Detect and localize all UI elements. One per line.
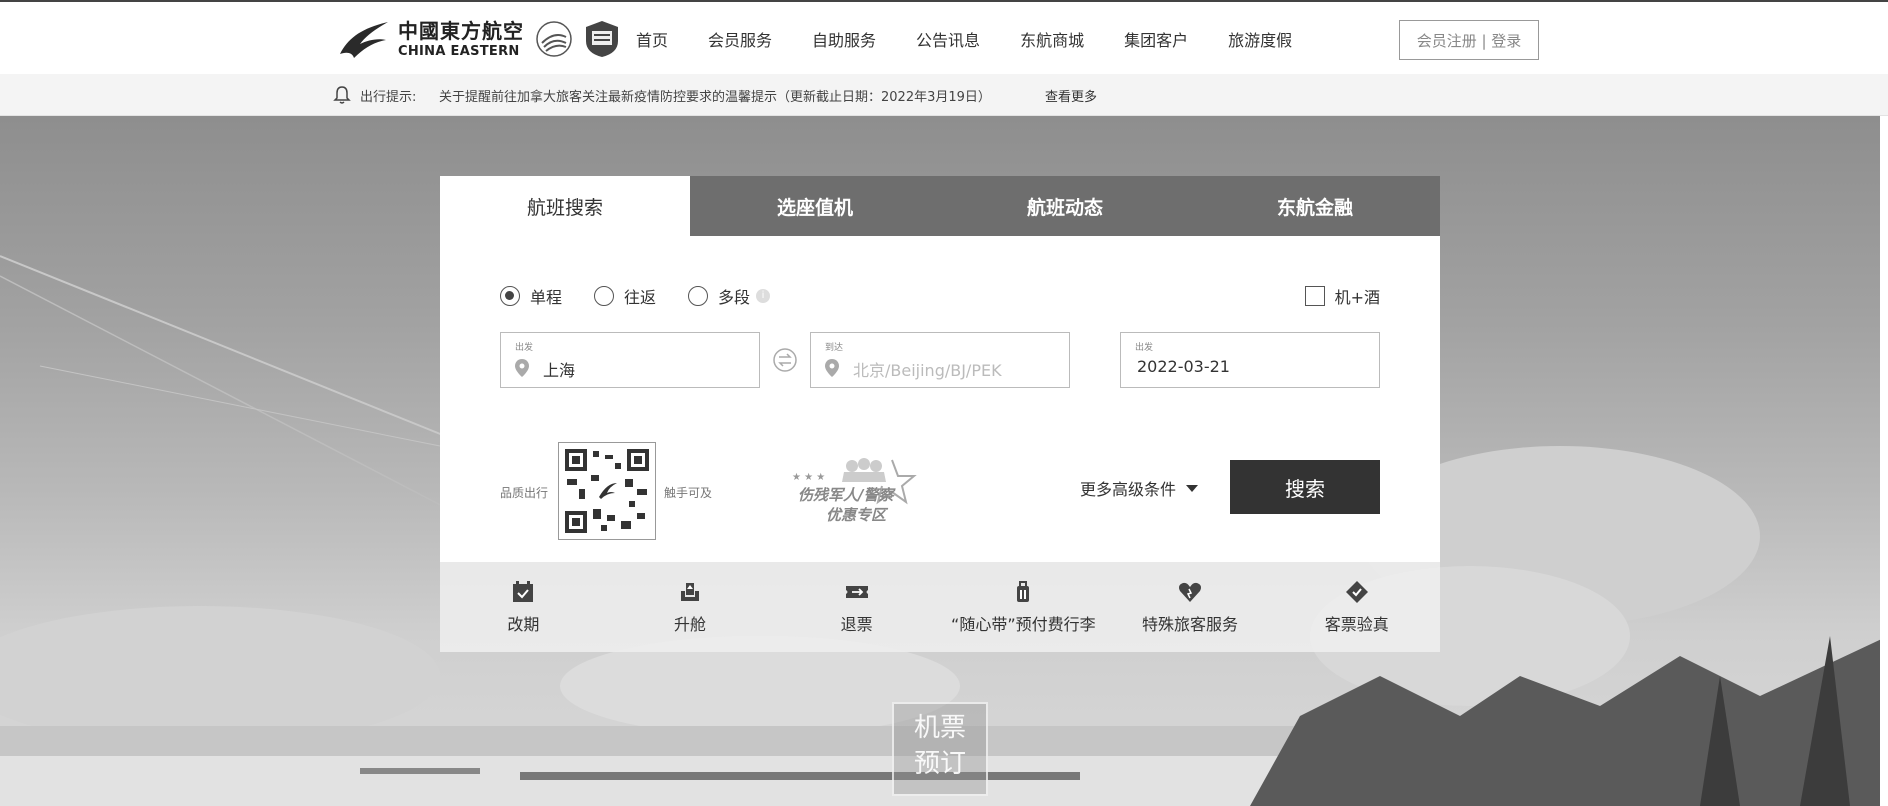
nav-member-service[interactable]: 会员服务 xyxy=(708,27,772,51)
service-prepaid-baggage[interactable]: “随心带”预付费行李 xyxy=(940,562,1107,652)
location-pin-icon xyxy=(515,359,529,377)
departure-city-field[interactable]: 出发 上海 xyxy=(500,332,760,388)
ticket-verify-icon xyxy=(1345,581,1368,603)
trip-one-way-radio[interactable]: 单程 xyxy=(500,284,562,308)
swap-cities-icon[interactable] xyxy=(773,348,797,372)
promo-line2: 预订 xyxy=(913,749,966,779)
quick-services-bar: 改期 升舱 退票 “随心带”预付费行李 特殊旅客服务 客票验真 xyxy=(440,562,1440,652)
direct-sale-badge-icon xyxy=(586,21,618,57)
flight-search-panel: 航班搜索 选座值机 航班动态 东航金融 单程 往返 多段 i 机+酒 出发 上海 xyxy=(440,176,1440,562)
brand-name-en: CHINA EASTERN xyxy=(398,43,520,59)
radio-circle xyxy=(594,286,615,306)
luggage-icon xyxy=(1017,581,1030,602)
service-ticket-verify[interactable]: 客票验真 xyxy=(1273,562,1440,652)
notice-label: 出行提示: xyxy=(360,90,417,105)
info-icon[interactable]: i xyxy=(756,289,771,303)
main-nav: 首页 会员服务 自助服务 公告讯息 东航商城 集团客户 旅游度假 xyxy=(636,2,1332,76)
service-special-passenger[interactable]: 特殊旅客服务 xyxy=(1107,562,1274,652)
register-login-button[interactable]: 会员注册 | 登录 xyxy=(1399,20,1539,60)
nav-home[interactable]: 首页 xyxy=(636,27,668,51)
brand-text: 中國東方航空 CHINA EASTERN xyxy=(398,21,524,58)
china-eastern-logo[interactable]: 中國東方航空 CHINA EASTERN xyxy=(338,16,622,62)
top-header: 中國東方航空 CHINA EASTERN 首页 会员服务 自助服务 公告讯息 东… xyxy=(0,0,1888,74)
skyteam-icon xyxy=(536,21,572,57)
departure-date-value: 2022-03-21 xyxy=(1137,357,1230,376)
trip-one-way-label: 单程 xyxy=(530,288,563,307)
brand-name-cn: 中國東方航空 xyxy=(398,18,524,43)
service-reschedule[interactable]: 改期 xyxy=(440,562,607,652)
search-tabs: 航班搜索 选座值机 航班动态 东航金融 xyxy=(440,176,1440,236)
search-button[interactable]: 搜索 xyxy=(1230,460,1380,514)
advanced-conditions-label: 更多高级条件 xyxy=(1080,480,1177,499)
service-label: “随心带”预付费行李 xyxy=(951,615,1096,634)
arrival-field-label: 到达 xyxy=(825,343,844,353)
advanced-conditions-toggle[interactable]: 更多高级条件 xyxy=(1080,476,1199,500)
service-label: 升舱 xyxy=(674,615,707,634)
service-label: 退票 xyxy=(840,615,873,634)
trip-round-trip-label: 往返 xyxy=(624,288,657,307)
notice-more-link[interactable]: 查看更多 xyxy=(1045,86,1097,105)
nav-travel[interactable]: 旅游度假 xyxy=(1228,27,1292,51)
radio-circle xyxy=(500,286,520,306)
nav-mall[interactable]: 东航商城 xyxy=(1020,27,1084,51)
service-label: 特殊旅客服务 xyxy=(1142,615,1239,634)
flight-hotel-checkbox[interactable]: 机+酒 xyxy=(1304,284,1380,308)
nav-self-service[interactable]: 自助服务 xyxy=(812,27,876,51)
swallow-logo-icon xyxy=(340,22,388,58)
trip-multi-city-label: 多段 xyxy=(718,288,751,307)
service-label: 改期 xyxy=(507,615,540,634)
calendar-icon xyxy=(513,581,534,602)
page-scrollbar[interactable] xyxy=(1880,116,1888,806)
caret-down-icon xyxy=(1186,484,1199,492)
veteran-banner-line2: 优惠专区 xyxy=(826,506,887,524)
veteran-banner-line1: 伤残军人/警察 xyxy=(798,486,894,504)
qr-left-caption: 品质出行 xyxy=(500,486,549,500)
upgrade-seat-icon xyxy=(681,583,699,601)
trip-type-group: 单程 往返 多段 i xyxy=(500,284,802,308)
notice-text[interactable]: 关于提醒前往加拿大旅客关注最新疫情防控要求的温馨提示（更新截止日期：2022年3… xyxy=(439,86,991,105)
departure-field-label: 出发 xyxy=(515,343,534,353)
flight-hotel-label: 机+酒 xyxy=(1334,288,1380,307)
tab-seat-checkin[interactable]: 选座值机 xyxy=(690,176,940,236)
nav-corporate[interactable]: 集团客户 xyxy=(1124,27,1188,51)
trip-multi-city-radio[interactable]: 多段 i xyxy=(688,284,771,308)
qr-code-icon xyxy=(565,449,649,533)
tab-flight-status[interactable]: 航班动态 xyxy=(940,176,1190,236)
departure-date-field[interactable]: 出发 2022-03-21 xyxy=(1120,332,1380,388)
app-qr-promo: 品质出行 触手可及 xyxy=(500,442,740,542)
ticket-booking-floating-button[interactable]: 机票 预订 xyxy=(892,702,988,796)
nav-announcements[interactable]: 公告讯息 xyxy=(916,27,980,51)
tab-flight-search[interactable]: 航班搜索 xyxy=(440,176,690,236)
service-upgrade[interactable]: 升舱 xyxy=(607,562,774,652)
arrival-city-field[interactable]: 到达 北京/Beijing/BJ/PEK xyxy=(810,332,1070,388)
checkbox-box xyxy=(1304,286,1325,306)
departure-city-value: 上海 xyxy=(543,361,576,380)
heart-hand-icon xyxy=(1179,582,1202,602)
tab-finance[interactable]: 东航金融 xyxy=(1190,176,1440,236)
notice-bar: 出行提示: 关于提醒前往加拿大旅客关注最新疫情防控要求的温馨提示（更新截止日期：… xyxy=(0,74,1888,116)
trip-round-trip-radio[interactable]: 往返 xyxy=(594,284,656,308)
refund-ticket-icon xyxy=(845,586,868,598)
qr-right-caption: 触手可及 xyxy=(664,486,713,500)
radio-circle xyxy=(688,286,709,306)
promo-line1: 机票 xyxy=(913,713,966,743)
service-label: 客票验真 xyxy=(1324,615,1389,634)
date-field-label: 出发 xyxy=(1135,343,1154,353)
qr-code-image xyxy=(558,442,656,540)
location-pin-icon xyxy=(825,359,839,377)
veteran-police-discount-banner[interactable]: ★ ★ ★ 伤残军人/警察 优惠专区 xyxy=(792,454,922,536)
bell-icon xyxy=(333,86,351,104)
arrival-city-placeholder: 北京/Beijing/BJ/PEK xyxy=(853,361,1002,380)
service-refund[interactable]: 退票 xyxy=(773,562,940,652)
svg-text:★ ★ ★: ★ ★ ★ xyxy=(792,472,825,483)
